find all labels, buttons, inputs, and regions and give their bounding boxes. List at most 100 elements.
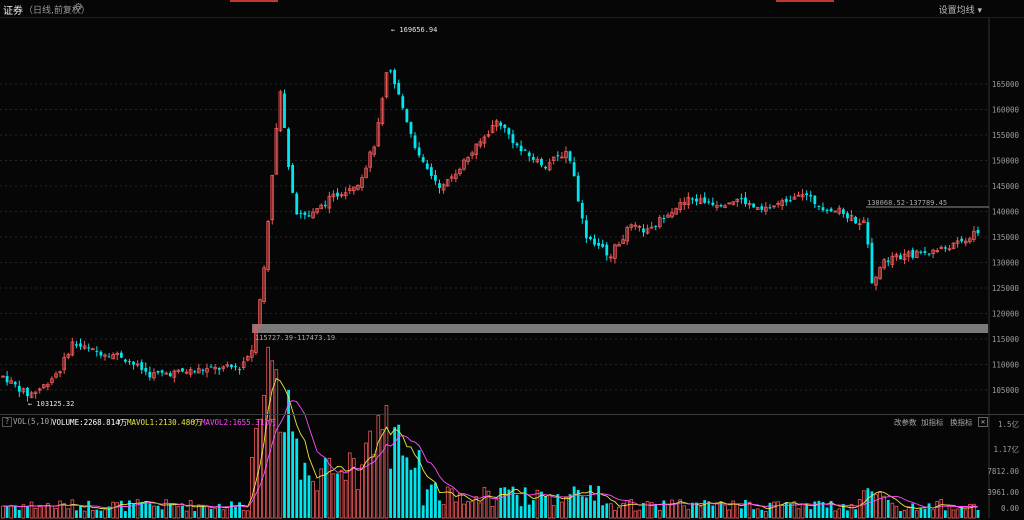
candle-body <box>405 109 409 123</box>
volume-bar <box>201 505 205 518</box>
candle-body <box>168 373 172 377</box>
candle-body <box>854 216 858 224</box>
volume-bar <box>670 499 674 519</box>
volume-bar <box>188 500 193 519</box>
volume-bar <box>135 499 140 519</box>
volume-bar <box>425 489 429 518</box>
volume-bar <box>33 508 38 519</box>
candle-body <box>132 361 135 365</box>
volume-bar <box>90 510 95 519</box>
volume-bar <box>931 509 935 519</box>
kline-chart[interactable]: 165000 160000 155000 150000 145000 140000 1350… <box>0 0 1024 520</box>
volume-tick-label: 1.17亿 <box>993 444 1019 454</box>
candle-body <box>515 143 519 146</box>
switch-indicator-button[interactable]: 换指标 <box>950 417 973 428</box>
volume-bar <box>915 510 919 519</box>
candle-body <box>739 198 743 200</box>
volume-bar <box>434 482 437 518</box>
candle-body <box>544 166 547 169</box>
volume-bar <box>703 500 707 518</box>
volume-bar <box>854 509 858 518</box>
candle-body <box>13 381 17 385</box>
volume-bar <box>368 430 372 519</box>
candle-body <box>299 212 303 214</box>
volume-bar <box>283 432 286 518</box>
candle-body <box>960 238 964 242</box>
volume-bar <box>572 486 576 518</box>
volume-bar <box>184 510 189 519</box>
help-button[interactable]: ? <box>2 417 12 427</box>
candle-body <box>605 244 609 256</box>
candle-body <box>291 165 295 193</box>
candle-body <box>817 205 821 207</box>
volume-bar <box>784 502 788 518</box>
volume-bar <box>230 501 233 518</box>
volume-bar <box>499 487 503 518</box>
volume-bar <box>225 506 230 519</box>
volume-bar <box>727 509 731 519</box>
candle-body <box>336 192 339 197</box>
volume-bar <box>13 505 17 518</box>
volume-bar <box>156 505 160 518</box>
volume-bar <box>409 469 413 518</box>
volume-bar <box>168 503 172 518</box>
volume-bar <box>662 500 666 518</box>
volume-bar <box>172 503 177 519</box>
candle-body <box>531 156 535 160</box>
volume-bar <box>682 505 687 519</box>
edit-params-button[interactable]: 改参数 <box>894 417 917 428</box>
volume-bar <box>254 427 258 519</box>
volume-bar <box>54 508 58 519</box>
volume-bar <box>413 467 417 518</box>
volume-bar <box>593 500 596 518</box>
candle-body <box>156 370 160 373</box>
volume-bar <box>833 510 838 519</box>
add-indicator-button[interactable]: 加指标 <box>921 417 944 428</box>
volume-bar <box>792 501 797 519</box>
volume-bar <box>303 462 307 518</box>
volume-bar <box>878 492 882 519</box>
volume-bar <box>287 389 290 518</box>
candle-body <box>760 206 764 210</box>
volume-bar <box>217 503 221 518</box>
candle-body <box>140 362 144 370</box>
indicator-label: VOL(5,10) <box>13 417 54 426</box>
candle-body <box>540 158 543 166</box>
price-tick-label: 145000 <box>992 182 1020 191</box>
candle-body <box>323 204 327 207</box>
volume-bar <box>947 504 952 519</box>
candle-body <box>927 253 931 255</box>
volume-bar <box>364 442 368 519</box>
candle-body <box>389 70 392 72</box>
volume-bar <box>336 473 339 518</box>
volume-bar <box>79 505 82 518</box>
volume-bar <box>58 500 62 519</box>
volume-bar <box>238 502 242 518</box>
volume-bar <box>331 473 336 519</box>
volume-bar <box>515 494 519 518</box>
candle-body <box>886 260 890 263</box>
volume-bar <box>99 510 103 518</box>
volume-bar <box>589 485 592 518</box>
candle-body <box>79 343 82 347</box>
volume-bar <box>1 505 5 519</box>
volume-bar <box>343 479 348 519</box>
volume-bar <box>809 509 813 518</box>
volume-bar <box>637 509 642 519</box>
volume-bar <box>490 505 495 519</box>
volume-bar <box>164 499 168 519</box>
candle-body <box>148 371 152 378</box>
volume-bar <box>755 508 760 519</box>
volume-bar <box>715 502 719 519</box>
volume-readout: VOLUME:2268.814万 <box>52 418 128 427</box>
volume-bar <box>760 509 764 518</box>
close-icon[interactable]: ✕ <box>978 417 988 427</box>
volume-bar <box>37 506 42 519</box>
volume-bar <box>494 499 499 519</box>
volume-bar <box>62 503 66 519</box>
volume-bar <box>535 489 540 519</box>
volume-bar <box>87 500 91 518</box>
volume-bar <box>160 509 164 518</box>
candle-body <box>307 215 311 217</box>
candle-body <box>425 163 429 169</box>
